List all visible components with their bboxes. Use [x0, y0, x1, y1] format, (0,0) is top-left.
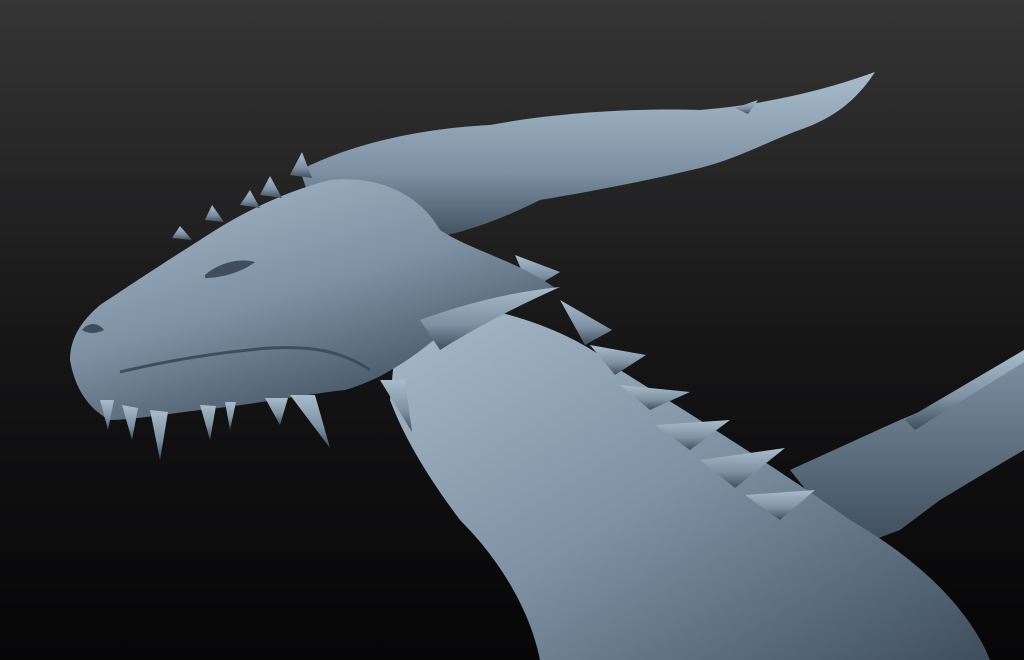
dragon-sculpt-model[interactable] — [0, 0, 1024, 660]
sculpt-viewport[interactable] — [0, 0, 1024, 660]
